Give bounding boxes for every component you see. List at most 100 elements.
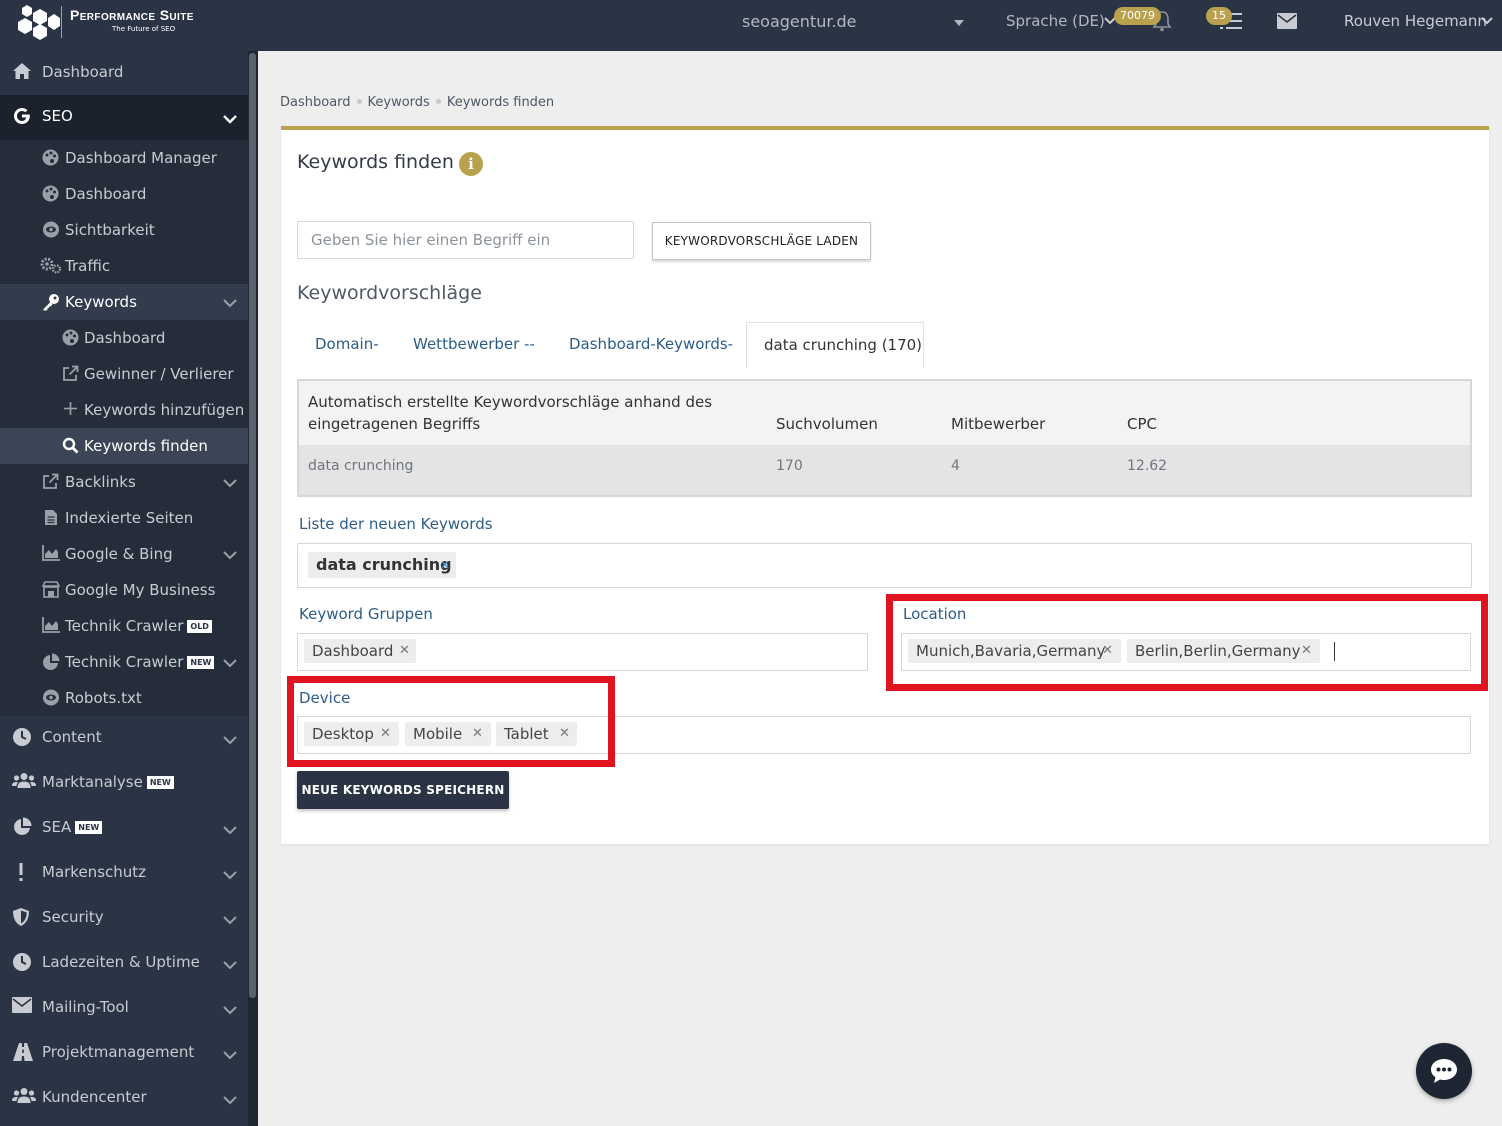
tab-dashboard-keywords[interactable]: Dashboard-Keywords-: [569, 335, 733, 353]
sidebar-item-indexierte-seiten[interactable]: Indexierte Seiten: [0, 500, 248, 536]
remove-chip-icon[interactable]: ✕: [440, 552, 450, 578]
clock-icon: [13, 728, 31, 746]
breadcrumb-separator: [356, 99, 362, 104]
tasks-badge[interactable]: 15: [1206, 7, 1232, 25]
load-suggestions-button[interactable]: KEYWORDVORSCHLÄGE LADEN: [652, 222, 871, 260]
domain-selector[interactable]: seoagentur.de: [742, 12, 857, 31]
mail-icon[interactable]: [1277, 13, 1297, 29]
sidebar-item-dashboard-manager[interactable]: Dashboard Manager: [0, 140, 248, 176]
sidebar-item-mailing-tool[interactable]: Mailing-Tool: [0, 986, 248, 1031]
sidebar-item-label: Content: [42, 728, 102, 746]
top-bar: Performance Suite The Future of SEO seoa…: [0, 0, 1502, 51]
chevron-down-icon: [223, 736, 237, 745]
sidebar-item-keywords[interactable]: Keywords: [0, 284, 248, 320]
palette-icon: [62, 329, 79, 346]
chevron-down-icon: [223, 659, 237, 668]
new-keywords-input[interactable]: [297, 543, 1472, 588]
key-icon: [43, 294, 59, 311]
palette-icon: [42, 185, 59, 202]
caret-down-icon[interactable]: [954, 20, 964, 26]
performance-suite-logo[interactable]: [14, 4, 60, 44]
sidebar-item-sea[interactable]: SEA NEW: [0, 806, 248, 851]
column-header-mitbewerber[interactable]: Mitbewerber: [951, 413, 1045, 435]
search-term-input[interactable]: [297, 221, 634, 259]
notifications-badge[interactable]: 70079: [1114, 7, 1161, 25]
plus-icon: [64, 402, 77, 415]
users-icon: [12, 1088, 36, 1103]
chat-button[interactable]: [1416, 1043, 1472, 1099]
sidebar-item-seo[interactable]: SEO: [0, 95, 248, 140]
sidebar-item-technik-crawler-old[interactable]: Technik Crawler OLD: [0, 608, 248, 644]
column-header-suchvolumen[interactable]: Suchvolumen: [776, 413, 878, 435]
tab-data-crunching[interactable]: data crunching (170): [746, 322, 924, 368]
table-row[interactable]: [299, 445, 1470, 495]
tab-domain[interactable]: Domain-: [315, 335, 379, 353]
group-chip: Dashboard ✕: [304, 639, 416, 663]
new-tag: NEW: [75, 821, 103, 834]
column-header-cpc[interactable]: CPC: [1127, 413, 1157, 435]
sidebar-item-label: Markenschutz: [42, 863, 147, 881]
sidebar-item-label: Robots.txt: [65, 689, 142, 707]
chevron-down-icon: [223, 551, 237, 560]
new-tag: NEW: [187, 656, 215, 669]
breadcrumb-item[interactable]: Dashboard: [280, 95, 351, 110]
search-icon: [62, 437, 79, 454]
store-icon: [42, 581, 60, 598]
shield-icon: [13, 908, 29, 926]
sidebar-item-label: Dashboard Manager: [65, 149, 217, 167]
exclamation-icon: [19, 863, 23, 881]
sidebar-item-gewinner-verlierer[interactable]: Gewinner / Verlierer: [0, 356, 248, 392]
sidebar-item-traffic[interactable]: Traffic: [0, 248, 248, 284]
sidebar-item-label: Security: [42, 908, 104, 926]
sidebar-item-label: Keywords hinzufügen: [84, 401, 245, 419]
sidebar-item-google-bing[interactable]: Google & Bing: [0, 536, 248, 572]
sidebar-item-label: Projektmanagement: [42, 1043, 195, 1061]
chevron-down-icon[interactable]: [1481, 16, 1493, 26]
tab-wettbewerber[interactable]: Wettbewerber --: [413, 335, 535, 353]
sidebar-item-marktanalyse[interactable]: Marktanalyse NEW: [0, 761, 248, 806]
sidebar-item-sichtbarkeit[interactable]: Sichtbarkeit: [0, 212, 248, 248]
chevron-down-icon: [223, 826, 237, 835]
mail-icon: [12, 997, 32, 1013]
chat-bubble-icon: [1431, 1059, 1457, 1083]
sidebar-scroll-thumb[interactable]: [249, 53, 256, 998]
save-new-keywords-button[interactable]: NEUE KEYWORDS SPEICHERN: [297, 771, 509, 809]
remove-chip-icon[interactable]: ✕: [399, 639, 410, 663]
sidebar-item-backlinks[interactable]: Backlinks: [0, 464, 248, 500]
sidebar-item-projektmanagement[interactable]: Projektmanagement: [0, 1031, 248, 1076]
chevron-down-icon: [223, 1006, 237, 1015]
user-menu[interactable]: Rouven Hegemann: [1344, 12, 1487, 30]
chevron-down-icon: [223, 961, 237, 970]
new-tag: NEW: [146, 776, 174, 789]
table-cell-mitbewerber: 4: [951, 458, 960, 474]
users-icon: [12, 773, 36, 788]
pie-chart-icon: [14, 817, 32, 835]
sidebar-item-seo-dashboard[interactable]: Dashboard: [0, 176, 248, 212]
eye-icon: [43, 689, 59, 706]
sidebar-item-technik-crawler-new[interactable]: Technik Crawler NEW: [0, 644, 248, 680]
sidebar-item-keywords-hinzufuegen[interactable]: Keywords hinzufügen: [0, 392, 248, 428]
page-title: Keywords finden: [297, 151, 454, 173]
sidebar-item-robots[interactable]: Robots.txt: [0, 680, 248, 716]
palette-icon: [42, 149, 59, 166]
sidebar-item-dashboard[interactable]: Dashboard: [0, 51, 248, 96]
sidebar-item-keywords-finden[interactable]: Keywords finden: [0, 428, 248, 464]
sidebar-item-security[interactable]: Security: [0, 896, 248, 941]
keyword-chip: data crunching ✕: [308, 552, 456, 578]
info-icon[interactable]: i: [459, 152, 483, 176]
sidebar-item-content[interactable]: Content: [0, 716, 248, 761]
breadcrumb-item[interactable]: Keywords: [368, 95, 430, 110]
sidebar-item-label: Dashboard: [65, 185, 147, 203]
sidebar-item-ladezeiten[interactable]: Ladezeiten & Uptime: [0, 941, 248, 986]
sidebar-item-label: Google My Business: [65, 581, 216, 599]
sidebar-item-kw-dashboard[interactable]: Dashboard: [0, 320, 248, 356]
sidebar-item-label: Kundencenter: [42, 1088, 147, 1106]
breadcrumb-item-current: Keywords finden: [446, 95, 555, 110]
sidebar-item-label: SEO: [42, 107, 73, 125]
sidebar-item-kundencenter[interactable]: Kundencenter: [0, 1076, 248, 1121]
sidebar-item-google-my-business[interactable]: Google My Business: [0, 572, 248, 608]
language-selector[interactable]: Sprache (DE): [1006, 12, 1105, 30]
sidebar-item-label: Gewinner / Verlierer: [84, 365, 234, 383]
highlight-box-device: [287, 676, 615, 767]
sidebar-item-markenschutz[interactable]: Markenschutz: [0, 851, 248, 896]
